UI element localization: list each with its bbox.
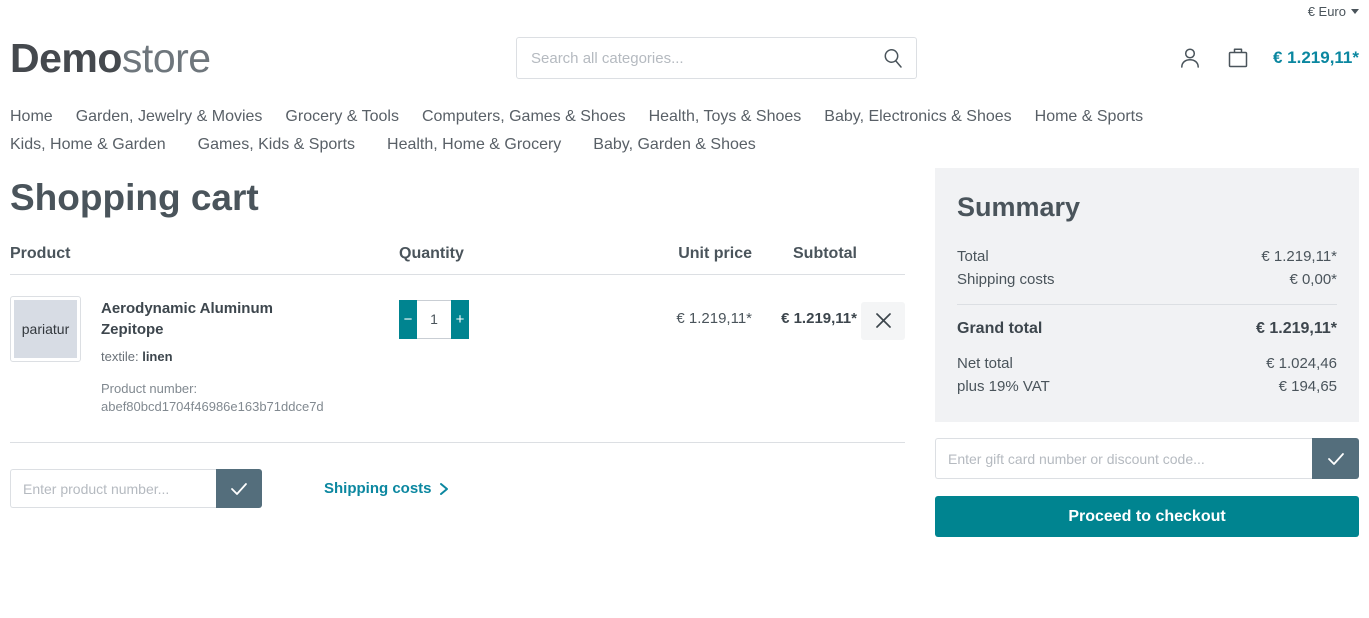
chevron-down-icon xyxy=(1351,8,1359,14)
product-name[interactable]: Aerodynamic Aluminum Zepitope xyxy=(101,298,301,340)
currency-selector[interactable]: € Euro xyxy=(1308,4,1359,19)
search-icon xyxy=(884,49,902,68)
column-header-subtotal: Subtotal xyxy=(793,244,857,262)
search-input[interactable] xyxy=(529,48,882,68)
logo-bold-text: Demo xyxy=(10,34,122,81)
discount-code-input[interactable] xyxy=(935,438,1312,479)
check-icon xyxy=(1327,452,1344,465)
cart-table-header: Product Quantity Unit price Subtotal xyxy=(10,245,905,275)
site-logo[interactable]: Demostore xyxy=(10,34,211,81)
cart-actions: Shipping costs xyxy=(10,469,905,509)
summary-row-grand-total: Grand total € 1.219,11* xyxy=(957,317,1337,352)
site-header: Demostore € 1.219,11* xyxy=(0,22,1369,94)
user-icon xyxy=(1181,48,1199,68)
nav-item-baby-garden-shoes[interactable]: Baby, Garden & Shoes xyxy=(593,136,787,154)
nav-item-health-home-grocery[interactable]: Health, Home & Grocery xyxy=(387,136,593,154)
logo-light-text: store xyxy=(121,34,211,81)
search-box xyxy=(516,37,917,79)
header-actions: € 1.219,11* xyxy=(1177,45,1359,71)
navigation-row-two: Kids, Home & Garden Games, Kids & Sports… xyxy=(10,136,1359,154)
main-navigation: Home Garden, Jewelry & Movies Grocery & … xyxy=(0,94,1369,160)
shopping-bag-icon xyxy=(1228,48,1248,68)
search-button[interactable] xyxy=(882,47,904,69)
quantity-input[interactable] xyxy=(417,299,451,339)
nav-item-home-sports[interactable]: Home & Sports xyxy=(1035,108,1166,126)
product-cell: pariatur Aerodynamic Aluminum Zepitope t… xyxy=(10,295,399,416)
discount-submit-button[interactable] xyxy=(1312,438,1359,479)
remove-cell xyxy=(857,296,905,340)
quantity-cell: − + xyxy=(399,296,615,339)
top-bar: € Euro xyxy=(0,0,1369,22)
summary-grand-total-value: € 1.219,11* xyxy=(1256,320,1337,337)
column-header-product: Product xyxy=(10,244,71,262)
summary-row-total: Total € 1.219,11* xyxy=(957,245,1337,268)
product-variant-value: linen xyxy=(142,348,173,364)
shipping-costs-label: Shipping costs xyxy=(324,480,432,498)
nav-item-kids-home-garden[interactable]: Kids, Home & Garden xyxy=(10,136,198,154)
summary-total-label: Total xyxy=(957,248,989,265)
column-header-quantity: Quantity xyxy=(399,244,464,262)
nav-item-garden-jewelry-movies[interactable]: Garden, Jewelry & Movies xyxy=(76,108,286,126)
product-thumbnail-placeholder: pariatur xyxy=(14,299,77,358)
search-wrapper xyxy=(516,37,917,79)
nav-item-grocery-tools[interactable]: Grocery & Tools xyxy=(285,108,422,126)
summary-row-vat: plus 19% VAT € 194,65 xyxy=(957,375,1337,398)
quantity-decrease-button[interactable]: − xyxy=(399,299,417,339)
quantity-increase-button[interactable]: + xyxy=(451,299,469,339)
product-number-submit-button[interactable] xyxy=(216,469,262,509)
account-button[interactable] xyxy=(1177,45,1203,71)
summary-divider xyxy=(957,304,1337,305)
product-number-form xyxy=(10,469,262,509)
summary-panel: Summary Total € 1.219,11* Shipping costs… xyxy=(935,168,1359,422)
summary-grand-total-label: Grand total xyxy=(957,320,1043,337)
discount-form xyxy=(935,438,1359,479)
summary-net-total-value: € 1.024,46 xyxy=(1266,355,1337,372)
product-number-label: Product number: xyxy=(101,380,198,396)
product-thumbnail[interactable]: pariatur xyxy=(10,295,81,362)
cart-total-amount[interactable]: € 1.219,11* xyxy=(1273,48,1359,68)
product-number: Product number: abef80bcd1704f46986e163b… xyxy=(101,380,324,416)
summary-shipping-label: Shipping costs xyxy=(957,271,1055,288)
quantity-stepper: − + xyxy=(399,299,469,339)
column-header-unit-price: Unit price xyxy=(678,244,752,262)
chevron-right-icon xyxy=(439,482,448,495)
product-number-input[interactable] xyxy=(10,469,216,509)
currency-label: € Euro xyxy=(1307,3,1346,19)
summary-column: Summary Total € 1.219,11* Shipping costs… xyxy=(935,160,1359,537)
nav-item-games-kids-sports[interactable]: Games, Kids & Sports xyxy=(198,136,387,154)
nav-item-health-toys-shoes[interactable]: Health, Toys & Shoes xyxy=(649,108,825,126)
summary-vat-value: € 194,65 xyxy=(1278,378,1337,395)
nav-item-home[interactable]: Home xyxy=(10,108,76,126)
check-icon xyxy=(231,482,247,495)
nav-item-computers-games-shoes[interactable]: Computers, Games & Shoes xyxy=(422,108,649,126)
unit-price-value: € 1.219,11* xyxy=(676,309,752,327)
product-number-value: abef80bcd1704f46986e163b71ddce7d xyxy=(101,398,324,414)
close-icon xyxy=(875,313,891,329)
summary-title: Summary xyxy=(957,192,1081,222)
summary-vat-label: plus 19% VAT xyxy=(957,378,1050,395)
page-title: Shopping cart xyxy=(10,177,259,218)
cart-button[interactable] xyxy=(1225,45,1251,71)
subtotal-value: € 1.219,11* xyxy=(781,309,857,327)
proceed-to-checkout-button[interactable]: Proceed to checkout xyxy=(935,496,1359,537)
shipping-costs-link[interactable]: Shipping costs xyxy=(324,480,450,497)
nav-item-baby-electronics-shoes[interactable]: Baby, Electronics & Shoes xyxy=(824,108,1034,126)
remove-item-button[interactable] xyxy=(861,301,905,340)
main-content: Shopping cart Product Quantity Unit pric… xyxy=(0,160,1369,537)
summary-row-net-total: Net total € 1.024,46 xyxy=(957,352,1337,375)
table-row: pariatur Aerodynamic Aluminum Zepitope t… xyxy=(10,275,905,444)
product-variant: textile: linen xyxy=(101,349,324,364)
summary-row-shipping: Shipping costs € 0,00* xyxy=(957,268,1337,291)
summary-net-total-label: Net total xyxy=(957,355,1013,372)
summary-shipping-value: € 0,00* xyxy=(1289,271,1337,288)
summary-total-value: € 1.219,11* xyxy=(1261,248,1337,265)
product-info: Aerodynamic Aluminum Zepitope textile: l… xyxy=(101,296,324,416)
cart-column: Shopping cart Product Quantity Unit pric… xyxy=(10,160,905,509)
product-variant-label: textile: xyxy=(101,348,139,364)
